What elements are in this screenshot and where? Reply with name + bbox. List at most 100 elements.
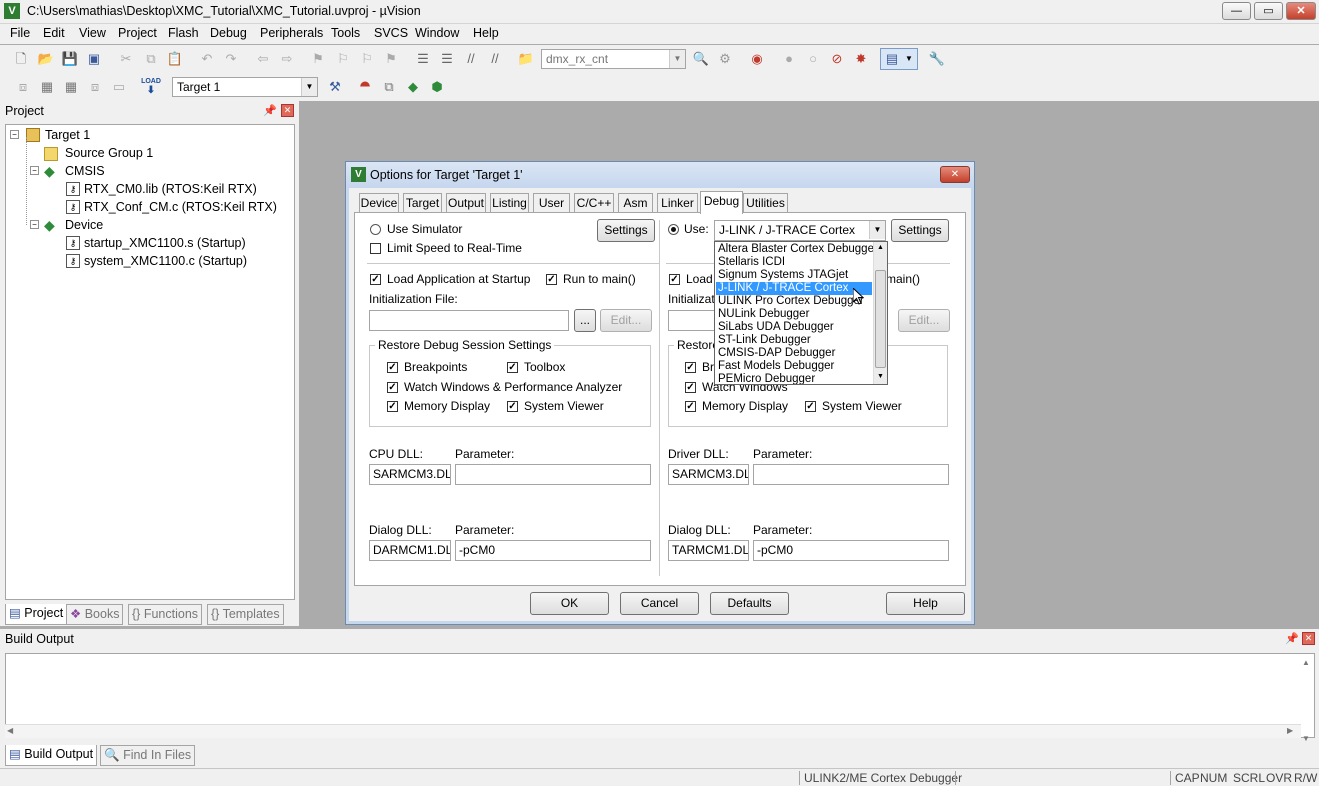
collapse-icon[interactable]: − xyxy=(30,220,39,229)
tab-listing[interactable]: Listing xyxy=(490,193,529,213)
debugger-option[interactable]: Stellaris ICDI xyxy=(716,256,872,269)
right-init-file-input[interactable] xyxy=(668,310,718,331)
toolbox-checkbox[interactable]: ✓ xyxy=(507,362,518,373)
tab-utilities[interactable]: Utilities xyxy=(743,193,788,213)
open-folder-icon[interactable]: 📂 xyxy=(37,50,55,68)
collapse-icon[interactable]: − xyxy=(30,166,39,175)
batch-build-icon[interactable]: ⧈ xyxy=(86,78,104,96)
tab-output[interactable]: Output xyxy=(446,193,486,213)
menu-peripherals[interactable]: Peripherals xyxy=(260,26,323,40)
redo-icon[interactable]: ↷ xyxy=(222,50,240,68)
tab-books[interactable]: ❖ Books xyxy=(66,604,124,625)
debugger-option-selected[interactable]: J-LINK / J-TRACE Cortex xyxy=(716,282,872,295)
rebuild-icon[interactable]: ▦ xyxy=(62,78,80,96)
file-extensions-icon[interactable]: ⯊ xyxy=(356,78,374,96)
new-file-icon[interactable]: 🗋 xyxy=(12,50,30,68)
bookmark-icon[interactable]: ⚑ xyxy=(309,50,327,68)
close-window-button[interactable]: ✕ xyxy=(1286,2,1316,20)
comment-icon[interactable]: // xyxy=(462,50,480,68)
use-simulator-radio[interactable] xyxy=(370,224,381,235)
kill-breakpoints-icon[interactable]: ✸ xyxy=(852,50,870,68)
menu-view[interactable]: View xyxy=(79,26,106,40)
h-scrollbar[interactable]: ◀ ▶ xyxy=(5,724,1301,738)
scroll-thumb[interactable] xyxy=(875,270,886,368)
prev-bookmark-icon[interactable]: ⚐ xyxy=(334,50,352,68)
scroll-down-icon[interactable]: ▼ xyxy=(877,373,884,380)
dialog-close-button[interactable]: ✕ xyxy=(940,166,970,183)
chevron-down-icon[interactable]: ▼ xyxy=(301,78,317,96)
driver-param-field[interactable] xyxy=(753,464,949,485)
select-packs-icon[interactable]: ◆ xyxy=(404,78,422,96)
minimize-button[interactable]: — xyxy=(1222,2,1251,20)
right-sysviewer-checkbox[interactable]: ✓ xyxy=(805,401,816,412)
cpu-dll-field[interactable]: SARMCM3.DLL xyxy=(369,464,451,485)
incremental-find-icon[interactable]: ⚙ xyxy=(716,50,734,68)
right-load-app-checkbox[interactable]: ✓ xyxy=(669,274,680,285)
debugger-option[interactable]: NULink Debugger xyxy=(716,308,872,321)
tab-target[interactable]: Target xyxy=(403,193,442,213)
breakpoints-checkbox[interactable]: ✓ xyxy=(387,362,398,373)
tab-templates[interactable]: {} Templates xyxy=(207,604,284,625)
load-icon[interactable]: LOAD ⬇ xyxy=(141,77,161,97)
pack-installer-icon[interactable]: ⬢ xyxy=(428,78,446,96)
debug-session-icon[interactable]: ◉ xyxy=(748,50,766,68)
disable-all-breakpoints-icon[interactable]: ⊘ xyxy=(828,50,846,68)
cut-icon[interactable]: ✂ xyxy=(117,50,135,68)
debugger-option[interactable]: Signum Systems JTAGjet xyxy=(716,269,872,282)
driver-dll-field[interactable]: SARMCM3.DLL xyxy=(668,464,749,485)
ok-button[interactable]: OK xyxy=(530,592,609,615)
right-edit-init-button[interactable]: Edit... xyxy=(898,309,950,332)
tab-functions[interactable]: {} Functions xyxy=(128,604,203,625)
menu-help[interactable]: Help xyxy=(473,26,499,40)
tab-cpp[interactable]: C/C++ xyxy=(574,193,614,213)
system-viewer-checkbox[interactable]: ✓ xyxy=(507,401,518,412)
help-button[interactable]: Help xyxy=(886,592,965,615)
uncomment-icon[interactable]: // xyxy=(486,50,504,68)
translate-icon[interactable]: ⧈ xyxy=(14,78,32,96)
debugger-option[interactable]: PEMicro Debugger xyxy=(716,373,872,384)
debugger-option[interactable]: Altera Blaster Cortex Debugger xyxy=(716,243,878,256)
pin-icon[interactable]: 📌 xyxy=(1285,632,1299,645)
paste-icon[interactable]: 📋 xyxy=(166,50,184,68)
scroll-down-icon[interactable]: ▼ xyxy=(1302,734,1310,743)
target-combo[interactable]: Target 1 ▼ xyxy=(172,77,318,97)
find-combo[interactable]: dmx_rx_cnt ▼ xyxy=(541,49,686,69)
menu-project[interactable]: Project xyxy=(118,26,157,40)
debugger-settings-button[interactable]: Settings xyxy=(891,219,949,242)
menu-flash[interactable]: Flash xyxy=(168,26,199,40)
chevron-down-icon[interactable]: ▼ xyxy=(669,50,685,68)
tab-device[interactable]: Device xyxy=(359,193,399,213)
right-breakpoints-checkbox[interactable]: ✓ xyxy=(685,362,696,373)
load-app-checkbox[interactable]: ✓ xyxy=(370,274,381,285)
init-file-input[interactable] xyxy=(369,310,569,331)
nav-back-icon[interactable]: ⇦ xyxy=(254,50,272,68)
copy-icon[interactable]: ⧉ xyxy=(142,50,160,68)
find-in-files-icon[interactable]: 📁 xyxy=(517,50,535,68)
pin-icon[interactable]: 📌 xyxy=(263,104,277,117)
close-panel-icon[interactable]: ✕ xyxy=(281,104,294,117)
indent-icon[interactable]: ☰ xyxy=(414,50,432,68)
dropdown-scrollbar[interactable]: ▲ ▼ xyxy=(873,242,887,384)
next-bookmark-icon[interactable]: ⚐ xyxy=(358,50,376,68)
save-all-icon[interactable]: ▣ xyxy=(85,50,103,68)
maximize-button[interactable]: ▭ xyxy=(1254,2,1283,20)
tab-user[interactable]: User xyxy=(533,193,570,213)
scroll-up-icon[interactable]: ▲ xyxy=(1302,658,1310,667)
collapse-icon[interactable]: − xyxy=(10,130,19,139)
debugger-option[interactable]: Fast Models Debugger xyxy=(716,360,872,373)
tab-build-output[interactable]: ▤ Build Output xyxy=(5,745,98,766)
use-debugger-radio[interactable] xyxy=(668,224,679,235)
scroll-left-icon[interactable]: ◀ xyxy=(7,726,13,735)
scroll-right-icon[interactable]: ▶ xyxy=(1287,726,1293,735)
tab-project[interactable]: ▤ Project xyxy=(5,604,68,625)
menu-debug[interactable]: Debug xyxy=(210,26,247,40)
find-icon[interactable]: 🔍 xyxy=(692,50,710,68)
menu-window[interactable]: Window xyxy=(415,26,459,40)
right-dialog-dll-field[interactable]: TARMCM1.DLL xyxy=(668,540,749,561)
cpu-param-field[interactable] xyxy=(455,464,651,485)
dialog-dll-field[interactable]: DARMCM1.DLL xyxy=(369,540,451,561)
memory-display-checkbox[interactable]: ✓ xyxy=(387,401,398,412)
edit-init-button[interactable]: Edit... xyxy=(600,309,652,332)
unindent-icon[interactable]: ☰ xyxy=(438,50,456,68)
undo-icon[interactable]: ↶ xyxy=(198,50,216,68)
